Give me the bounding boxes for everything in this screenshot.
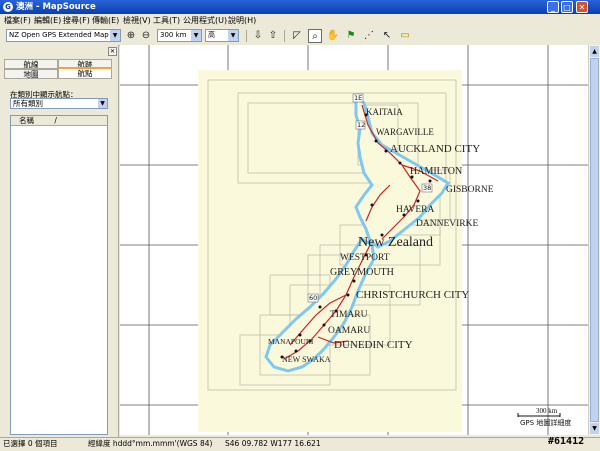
menu-view[interactable]: 檢視(V) [123,14,151,27]
menu-file[interactable]: 檔案(F) [4,14,31,27]
town-marker [318,305,322,309]
status-bar: 已選擇 0 個項目 經緯度 hddd°mm.mmm'(WGS 84) S46 0… [0,437,600,451]
map-label-dunedin: DUNEDIN CITY [334,339,413,351]
map-label-timaru: TIMARU [330,310,368,320]
town-marker [370,203,374,207]
town-marker [398,161,402,165]
minimize-button[interactable]: _ [547,1,559,13]
close-icon[interactable]: ✕ [108,47,117,56]
map-product-value: NZ Open GPS Extended Map Set [9,31,121,39]
map-label-new-zealand: New Zealand [358,235,433,250]
map-detail-note: GPS 地圖詳細度 [520,418,571,427]
detail-level-value: 高 [208,31,215,39]
zoom-in-icon[interactable]: ⊕ [124,29,138,43]
chevron-down-icon: ▼ [228,30,238,41]
map-label-gisborne: GISBORNE [446,185,494,195]
town-marker [374,139,378,143]
menu-edit[interactable]: 編輯(E) [34,14,61,27]
map-view[interactable]: KAITAIA WARGAVILLE AUCKLAND CITY HAMILTO… [120,45,588,435]
detail-level-select[interactable]: 高 ▼ [205,29,239,42]
chevron-down-icon: ▼ [98,99,107,108]
selection-status: 已選擇 0 個項目 [3,439,58,448]
map-tool-icon[interactable]: ◸ [290,29,304,43]
hand-tool-icon[interactable]: ✋ [326,29,340,43]
map-label-oamaru: OAMARU [328,326,370,336]
zoom-scale-value: 300 km [160,31,187,39]
waypoint-list[interactable]: 名稱 / [10,115,108,435]
category-filter-select[interactable]: 所有類別 ▼ [10,98,108,109]
zoom-tool-icon[interactable]: ⌕ [308,29,322,43]
chevron-down-icon: ▼ [110,30,120,41]
tab-waypoints[interactable]: 航點 [58,67,112,79]
map-label-dannevirke: DANNEVIRKE [416,219,478,229]
coordinate-format: 經緯度 hddd°mm.mmm'(WGS 84) [88,439,213,448]
map-label-hamilton: HAMILTON [410,166,462,177]
scroll-down-icon[interactable]: ▼ [590,423,599,434]
route-badge-1e: 1E [354,94,362,102]
route-badge-60: 60 [309,294,317,302]
menu-help[interactable]: 說明(H) [228,14,256,27]
scale-bar-label: 300 km [536,407,558,415]
scroll-up-icon[interactable]: ▲ [590,46,599,57]
map-label-greymouth: GREYMOUTH [330,267,394,278]
menu-bar: 檔案(F) 編輯(E) 搜尋(F) 傳輸(E) 檢視(V) 工具(T) 公用程式… [0,14,600,27]
zoom-out-icon[interactable]: ⊖ [139,29,153,43]
cursor-coordinates: S46 09.782 W177 16.621 [225,439,321,448]
column-header-name[interactable]: 名稱 / [11,116,107,126]
maximize-button[interactable]: □ [561,1,573,13]
window-title: 澳洲 - MapSource [16,2,96,12]
app-icon[interactable]: G [3,2,13,12]
town-marker [384,149,388,153]
chevron-down-icon: ▼ [191,30,201,41]
receive-from-device-icon[interactable]: ⇩ [251,29,265,43]
tab-routes[interactable]: 航線 [4,59,58,69]
toolbar-separator [284,30,285,42]
map-label-christchurch: CHRISTCHURCH CITY [356,289,469,301]
send-to-device-icon[interactable]: ⇧ [266,29,280,43]
map-vertical-scrollbar[interactable]: ▲ ▼ [588,45,600,435]
map-product-select[interactable]: NZ Open GPS Extended Map Set ▼ [6,29,121,42]
map-label-wargaville: WARGAVILLE [376,127,434,137]
route-badge-12: 12 [357,121,365,129]
waypoint-tool-icon[interactable]: ⚑ [344,29,358,43]
map-label-kaitaia: KAITAIA [366,107,403,117]
map-label-auckland: AUCKLAND CITY [390,143,480,155]
zoom-scale-select[interactable]: 300 km ▼ [157,29,202,42]
route-tool-icon[interactable]: ⋰ [362,29,376,43]
menu-transfer[interactable]: 傳輸(E) [92,14,119,27]
title-bar: G 澳洲 - MapSource _ □ ✕ [0,0,600,14]
selection-tool-icon[interactable]: ↖ [380,29,394,43]
town-marker [294,349,298,353]
map-label-westport: WESTPORT [340,253,390,263]
image-watermark: #61412 [548,436,585,447]
menu-search[interactable]: 搜尋(F) [63,14,90,27]
town-marker [352,279,356,283]
map-label-havera: HAVERA [396,205,434,215]
toolbar: NZ Open GPS Extended Map Set ▼ ⊕ ⊖ 300 k… [0,27,600,46]
close-button[interactable]: ✕ [576,1,588,13]
map-label-new-swaka: NEW SWAKA [282,355,331,364]
sort-icon: / [54,116,57,125]
tab-maps[interactable]: 地圖 [4,69,58,79]
map-canvas[interactable]: KAITAIA WARGAVILLE AUCKLAND CITY HAMILTO… [120,45,588,435]
menu-utilities[interactable]: 公用程式(U) [183,14,227,27]
town-marker [346,293,350,297]
town-marker [322,323,326,327]
map-label-manapouri: MANAPOURI [268,337,314,346]
column-header-label: 名稱 [19,116,34,125]
route-badge-38: 38 [423,184,431,192]
data-panel: ✕ 航線 航跡 地圖 航點 在類別中顯示航點： 所有類別 ▼ 名稱 / [0,45,119,437]
toolbar-separator [246,30,247,42]
category-filter-value: 所有類別 [13,99,43,108]
menu-tools[interactable]: 工具(T) [153,14,180,27]
town-marker [416,199,420,203]
distance-tool-icon[interactable]: ▭ [398,29,412,43]
scroll-thumb[interactable] [590,58,599,422]
town-marker [428,179,432,183]
